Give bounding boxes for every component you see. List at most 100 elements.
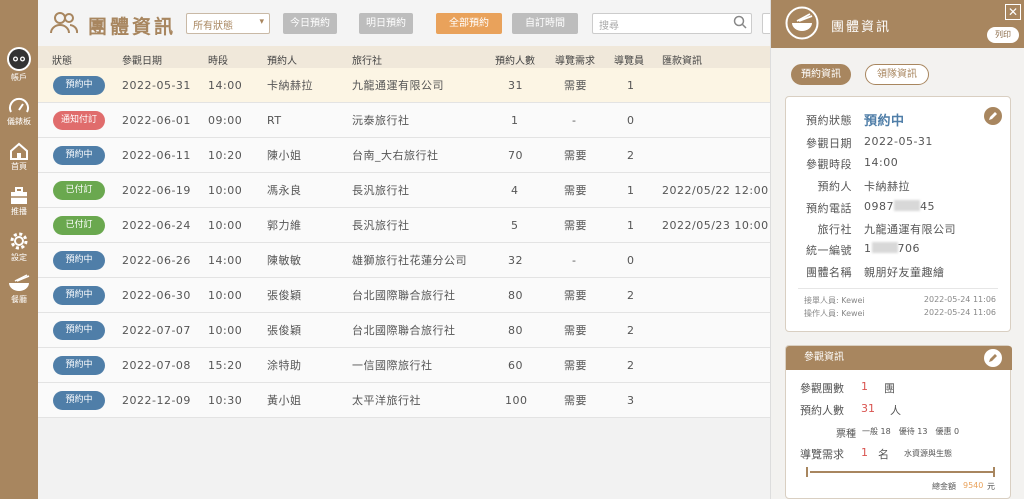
cell-time: 09:00 bbox=[208, 114, 243, 127]
field-date: 參觀日期 2022-05-31 bbox=[786, 135, 1012, 155]
cell-time: 10:30 bbox=[208, 394, 243, 407]
ticket-label: 票種 bbox=[836, 429, 856, 440]
booking-info-card: 預約狀態 預約中 參觀日期 2022-05-31 參觀時段 14:00 預約人 卡納赫拉… bbox=[785, 96, 1011, 332]
field-phone: 預約電話 0987 45 bbox=[786, 200, 1012, 220]
status-badge[interactable]: 預約中 bbox=[53, 391, 105, 410]
cell-count: 5 bbox=[511, 219, 519, 232]
col-count[interactable]: 預約人數 bbox=[495, 52, 535, 67]
filter-today-button[interactable]: 今日預約 bbox=[283, 13, 337, 34]
receiver-time: 2022-05-24 11:06 bbox=[923, 295, 996, 304]
people-value: 31 bbox=[861, 402, 875, 415]
cell-date: 2022-06-26 bbox=[122, 254, 191, 267]
sidebar-item-dining[interactable]: 餐廳 bbox=[0, 274, 38, 305]
cell-count: 1 bbox=[511, 114, 519, 127]
guide-unit: 名 bbox=[878, 448, 889, 461]
filter-all-button[interactable]: 全部預約 bbox=[436, 13, 502, 34]
cell-agency: 台北國際聯合旅行社 bbox=[352, 289, 456, 302]
cell-agency: 台北國際聯合旅行社 bbox=[352, 324, 456, 337]
cell-guide-need: 需要 bbox=[564, 149, 587, 162]
close-icon[interactable]: ✕ bbox=[1005, 4, 1021, 20]
col-guides[interactable]: 導覽員 bbox=[614, 52, 644, 67]
col-person[interactable]: 預約人 bbox=[267, 52, 297, 67]
status-badge[interactable]: 預約中 bbox=[53, 251, 105, 270]
bowl-logo-icon bbox=[785, 6, 819, 40]
status-badge[interactable]: 通知付訂 bbox=[53, 111, 105, 130]
field-label: 旅行社 bbox=[817, 223, 852, 236]
col-agency[interactable]: 旅行社 bbox=[352, 52, 382, 67]
status-badge[interactable]: 已付訂 bbox=[53, 216, 105, 235]
briefcase-icon bbox=[11, 187, 27, 204]
col-time[interactable]: 時段 bbox=[208, 52, 228, 67]
status-filter-select[interactable]: 所有狀態 ▾ bbox=[186, 13, 270, 34]
edit-visit-button[interactable] bbox=[984, 349, 1002, 367]
field-label: 統一編號 bbox=[806, 244, 852, 257]
status-badge[interactable]: 預約中 bbox=[53, 356, 105, 375]
ticket-detail: 一般 18 優待 13 優惠 0 bbox=[862, 427, 960, 436]
cell-remit: 2022/05/23 10:00 bbox=[662, 219, 769, 232]
panel-header: 團體資訊 ✕ 列印 bbox=[771, 0, 1024, 48]
cell-guides: 1 bbox=[627, 184, 635, 197]
cell-guide-need: 需要 bbox=[564, 394, 587, 407]
status-badge[interactable]: 預約中 bbox=[53, 146, 105, 165]
sidebar-item-label: 儀錶板 bbox=[7, 117, 31, 126]
cell-guides: 0 bbox=[627, 114, 635, 127]
col-remit[interactable]: 匯款資訊 bbox=[662, 52, 702, 67]
guide-topic: 水資源與生態 bbox=[904, 449, 952, 458]
cell-time: 10:00 bbox=[208, 219, 243, 232]
cell-agency: 長汎旅行社 bbox=[352, 184, 410, 197]
sidebar-item-settings[interactable]: 設定 bbox=[0, 230, 38, 263]
pencil-icon bbox=[989, 354, 997, 362]
receiver-label: 接單人員: Kewei bbox=[804, 296, 865, 305]
cell-count: 70 bbox=[508, 149, 523, 162]
line-cap-left bbox=[806, 467, 814, 477]
sidebar-item-label: 首頁 bbox=[11, 162, 27, 171]
cell-date: 2022-12-09 bbox=[122, 394, 191, 407]
cell-person: 馮永良 bbox=[267, 184, 302, 197]
filter-custom-button[interactable]: 自訂時間 bbox=[512, 13, 578, 34]
col-date[interactable]: 參觀日期 bbox=[122, 52, 162, 67]
redacted-mask bbox=[871, 242, 898, 253]
cell-guides: 2 bbox=[627, 359, 635, 372]
cell-guides: 2 bbox=[627, 324, 635, 337]
cell-count: 80 bbox=[508, 289, 523, 302]
status-badge[interactable]: 預約中 bbox=[53, 76, 105, 95]
status-badge[interactable]: 預約中 bbox=[53, 321, 105, 340]
search-icon[interactable] bbox=[733, 15, 747, 29]
tab-leader-info[interactable]: 領隊資訊 bbox=[865, 64, 929, 85]
total-value: 9540 bbox=[963, 481, 984, 490]
print-button[interactable]: 列印 bbox=[987, 27, 1019, 43]
cell-guide-need: 需要 bbox=[564, 359, 587, 372]
cell-time: 14:00 bbox=[208, 254, 243, 267]
sidebar-item-account[interactable]: 帳戶 bbox=[0, 46, 38, 83]
cell-time: 15:20 bbox=[208, 359, 243, 372]
filter-tomorrow-button[interactable]: 明日預約 bbox=[359, 13, 413, 34]
status-badge[interactable]: 預約中 bbox=[53, 286, 105, 305]
cell-person: 卡納赫拉 bbox=[267, 79, 313, 92]
cell-count: 32 bbox=[508, 254, 523, 267]
cell-guides: 3 bbox=[627, 394, 635, 407]
detail-panel: 團體資訊 ✕ 列印 預約資訊 領隊資訊 預約狀態 預約中 參觀日期 2022-05-… bbox=[770, 0, 1024, 499]
field-label: 預約狀態 bbox=[806, 114, 852, 127]
sidebar-item-push[interactable]: 推播 bbox=[0, 186, 38, 217]
field-value: 2022-05-31 bbox=[864, 135, 933, 148]
sidebar-item-dashboard[interactable]: 儀錶板 bbox=[0, 96, 38, 127]
field-value: 九龍通運有限公司 bbox=[864, 223, 956, 236]
tab-booking-info[interactable]: 預約資訊 bbox=[791, 64, 851, 85]
people-unit: 人 bbox=[890, 404, 901, 417]
field-taxid: 統一編號 1 706 bbox=[786, 242, 1012, 262]
cell-person: 涂特助 bbox=[267, 359, 302, 372]
sidebar-item-home[interactable]: 首頁 bbox=[0, 141, 38, 172]
phone-suffix: 45 bbox=[920, 200, 935, 213]
col-status[interactable]: 狀態 bbox=[52, 52, 72, 67]
app-window: 帳戶 儀錶板 首頁 推播 設定 餐廳 團體資訊 所有狀態 ▾ 今日預約 明日預約… bbox=[0, 0, 1024, 499]
cell-agency: 長汎旅行社 bbox=[352, 219, 410, 232]
sidebar: 帳戶 儀錶板 首頁 推播 設定 餐廳 bbox=[0, 0, 38, 499]
search-input[interactable]: 搜尋 bbox=[592, 13, 752, 34]
phone-prefix: 0987 bbox=[864, 200, 894, 213]
cell-person: 張俊穎 bbox=[267, 324, 302, 337]
redacted-mask bbox=[894, 200, 920, 211]
col-guide-need[interactable]: 導覽需求 bbox=[555, 52, 595, 67]
cell-date: 2022-06-19 bbox=[122, 184, 191, 197]
status-filter-value: 所有狀態 bbox=[193, 21, 233, 32]
status-badge[interactable]: 已付訂 bbox=[53, 181, 105, 200]
